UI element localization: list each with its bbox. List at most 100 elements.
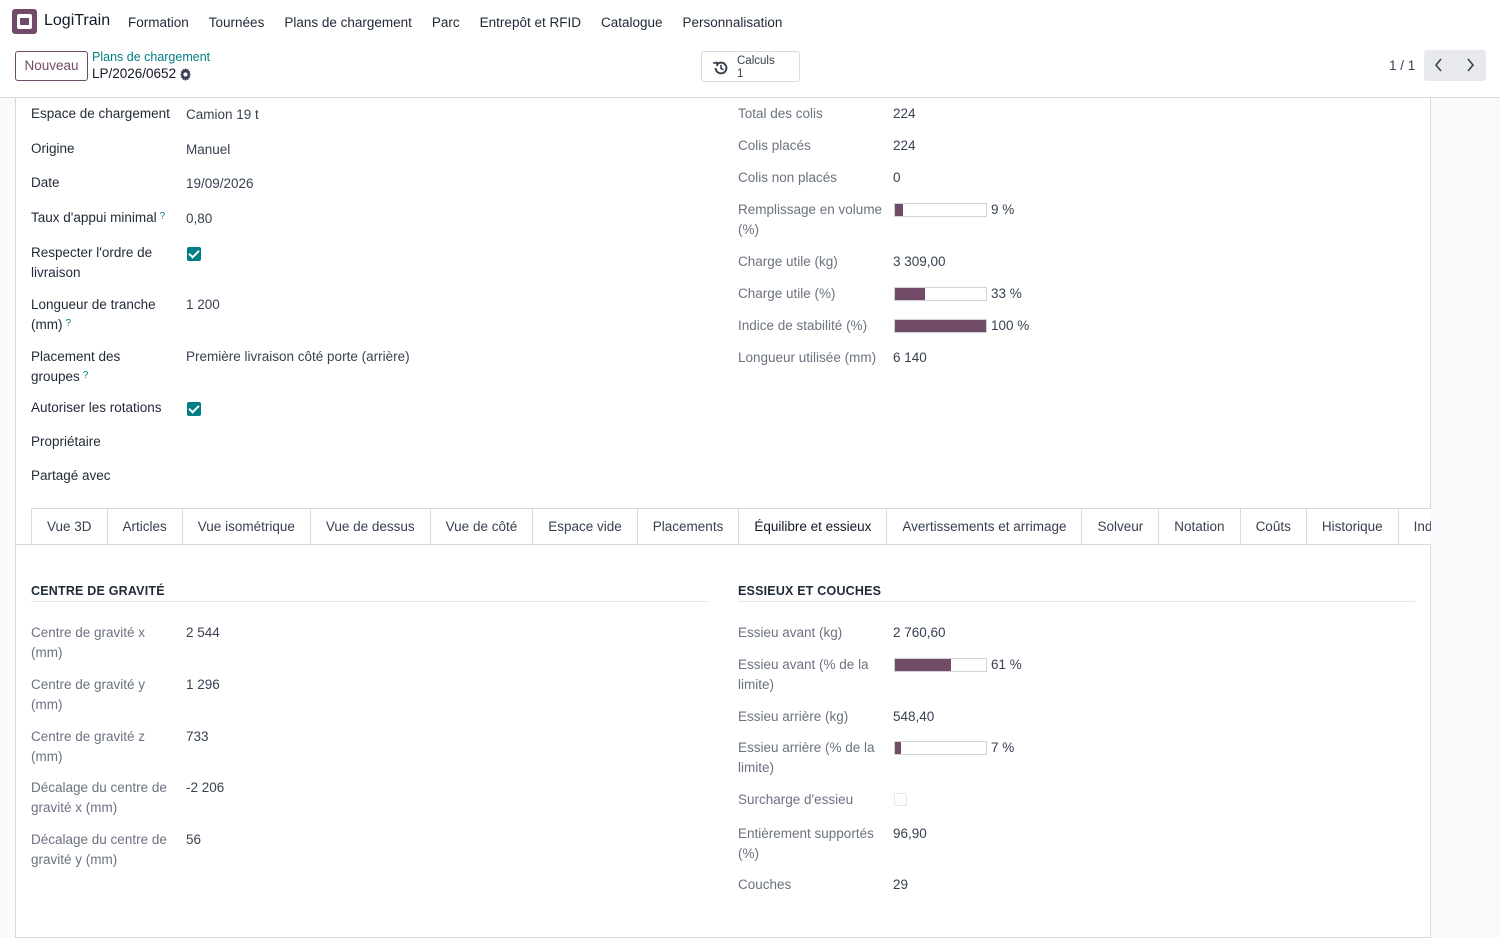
tab-placements[interactable]: Placements [637, 508, 740, 544]
cog-y-value: 1 296 [186, 677, 220, 692]
section-title-centre-gravite: CENTRE DE GRAVITÉ [31, 584, 165, 598]
tab-indicateurs[interactable]: Indicateurs [1398, 508, 1431, 544]
pager-next-button[interactable] [1455, 50, 1486, 81]
gear-icon[interactable] [179, 68, 192, 81]
essieu-avant-pct-value: 61 % [991, 657, 1022, 672]
app-logo-icon[interactable] [12, 9, 37, 34]
tab-solveur[interactable]: Solveur [1082, 508, 1160, 544]
entierement-supportes-value: 96,90 [893, 826, 927, 841]
progress-fill [895, 659, 951, 671]
respecter-label: Respecter l'ordre de livraison [31, 245, 153, 280]
essieu-avant-pct-label: Essieu avant (% de la limite) [738, 657, 869, 692]
remplissage-volume-progressbar [894, 203, 987, 217]
calculs-count: 1 [737, 68, 744, 80]
cog-dy-value: 56 [186, 832, 202, 847]
new-button[interactable]: Nouveau [15, 51, 88, 81]
charge-utile-kg-label: Charge utile (kg) [738, 254, 838, 269]
tab-vue-isometrique[interactable]: Vue isométrique [182, 508, 311, 544]
progress-fill [895, 320, 986, 332]
cog-x-label: Centre de gravité x (mm) [31, 625, 146, 660]
cog-z-label: Centre de gravité z (mm) [31, 729, 146, 764]
chevron-right-icon [1467, 58, 1475, 72]
rotations-checkbox[interactable] [187, 402, 201, 416]
espace-value[interactable]: Camion 19 t [186, 105, 259, 125]
longueur-utilisee-value: 6 140 [893, 350, 927, 365]
calculs-smart-button[interactable]: Calculs 1 [701, 51, 800, 82]
longueur-label: Longueur de tranche (mm)? [31, 297, 156, 332]
colis-non-places-label: Colis non placés [738, 170, 838, 185]
essieu-avant-kg-label: Essieu avant (kg) [738, 625, 843, 640]
total-colis-label: Total des colis [738, 106, 823, 121]
menu-item-parc[interactable]: Parc [422, 15, 470, 30]
section-divider [31, 601, 708, 602]
cog-dy-label: Décalage du centre de gravité y (mm) [31, 832, 167, 867]
tab-vue-de-cote[interactable]: Vue de côté [430, 508, 534, 544]
top-navbar: LogiTrain Formation Tournées Plans de ch… [0, 0, 1500, 44]
total-colis-value: 224 [893, 106, 916, 121]
menu-item-catalogue[interactable]: Catalogue [591, 15, 673, 30]
essieu-arriere-kg-value: 548,40 [893, 709, 935, 724]
menu-item-plans-de-chargement[interactable]: Plans de chargement [274, 15, 422, 30]
section-title-essieux-couches: ESSIEUX ET COUCHES [738, 584, 882, 598]
cog-z-value: 733 [186, 729, 209, 744]
progress-fill [895, 288, 926, 300]
date-value[interactable]: 19/09/2026 [186, 174, 254, 194]
origine-label: Origine [31, 141, 75, 156]
tab-equilibre-essieux[interactable]: Équilibre et essieux [739, 508, 888, 544]
indice-stabilite-progressbar [894, 319, 987, 333]
essieu-arriere-pct-label: Essieu arrière (% de la limite) [738, 740, 875, 775]
tab-espace-vide[interactable]: Espace vide [533, 508, 638, 544]
entierement-supportes-label: Entièrement supportés (%) [738, 826, 874, 861]
tab-notation[interactable]: Notation [1159, 508, 1241, 544]
tab-articles[interactable]: Articles [107, 508, 183, 544]
date-label: Date [31, 175, 60, 190]
menu-item-entrepot-rfid[interactable]: Entrepôt et RFID [470, 15, 591, 30]
partage-label: Partagé avec [31, 468, 111, 483]
history-icon [713, 61, 728, 75]
tab-vue-3d[interactable]: Vue 3D [31, 508, 108, 544]
colis-places-value: 224 [893, 138, 916, 153]
breadcrumb-current: LP/2026/0652 [92, 66, 177, 81]
chevron-left-icon [1434, 58, 1442, 72]
menu-item-tournees[interactable]: Tournées [199, 15, 275, 30]
essieu-avant-progressbar [894, 658, 987, 672]
placement-label: Placement des groupes? [31, 349, 121, 384]
origine-value[interactable]: Manuel [186, 140, 230, 160]
cog-y-label: Centre de gravité y (mm) [31, 677, 146, 712]
main-menu: Formation Tournées Plans de chargement P… [118, 0, 792, 44]
taux-label: Taux d'appui minimal? [31, 210, 166, 225]
help-icon[interactable]: ? [65, 318, 71, 329]
charge-utile-kg-value: 3 309,00 [893, 254, 946, 269]
charge-utile-progressbar [894, 287, 987, 301]
longueur-value[interactable]: 1 200 [186, 295, 220, 315]
help-icon[interactable]: ? [83, 370, 89, 381]
couches-label: Couches [738, 877, 792, 892]
tab-avertissements-arrimage[interactable]: Avertissements et arrimage [887, 508, 1083, 544]
taux-value[interactable]: 0,80 [186, 209, 212, 229]
colis-non-places-value: 0 [893, 170, 901, 185]
cog-dx-value: -2 206 [186, 780, 225, 795]
placement-value[interactable]: Première livraison côté porte (arrière) [186, 347, 410, 367]
cog-dx-label: Décalage du centre de gravité x (mm) [31, 780, 167, 815]
essieu-arriere-pct-value: 7 % [991, 740, 1015, 755]
colis-places-label: Colis placés [738, 138, 811, 153]
pager-value[interactable]: 1 / 1 [1389, 58, 1415, 73]
tab-historique[interactable]: Historique [1306, 508, 1399, 544]
respecter-checkbox[interactable] [187, 247, 201, 261]
essieu-arriere-progressbar [894, 741, 987, 755]
rotations-label: Autoriser les rotations [31, 400, 162, 415]
tab-vue-de-dessus[interactable]: Vue de dessus [310, 508, 431, 544]
breadcrumb-parent-link[interactable]: Plans de chargement [92, 50, 210, 64]
espace-label: Espace de chargement [31, 106, 170, 121]
surcharge-essieu-label: Surcharge d'essieu [738, 792, 854, 807]
proprietaire-label: Propriétaire [31, 434, 101, 449]
indice-stabilite-label: Indice de stabilité (%) [738, 318, 868, 333]
app-name[interactable]: LogiTrain [44, 12, 110, 30]
charge-utile-pct-value: 33 % [991, 286, 1022, 301]
menu-item-formation[interactable]: Formation [118, 15, 199, 30]
pager-previous-button[interactable] [1424, 50, 1455, 81]
tab-couts[interactable]: Coûts [1240, 508, 1307, 544]
essieu-avant-kg-value: 2 760,60 [893, 625, 946, 640]
help-icon[interactable]: ? [160, 211, 166, 222]
menu-item-personnalisation[interactable]: Personnalisation [673, 15, 793, 30]
